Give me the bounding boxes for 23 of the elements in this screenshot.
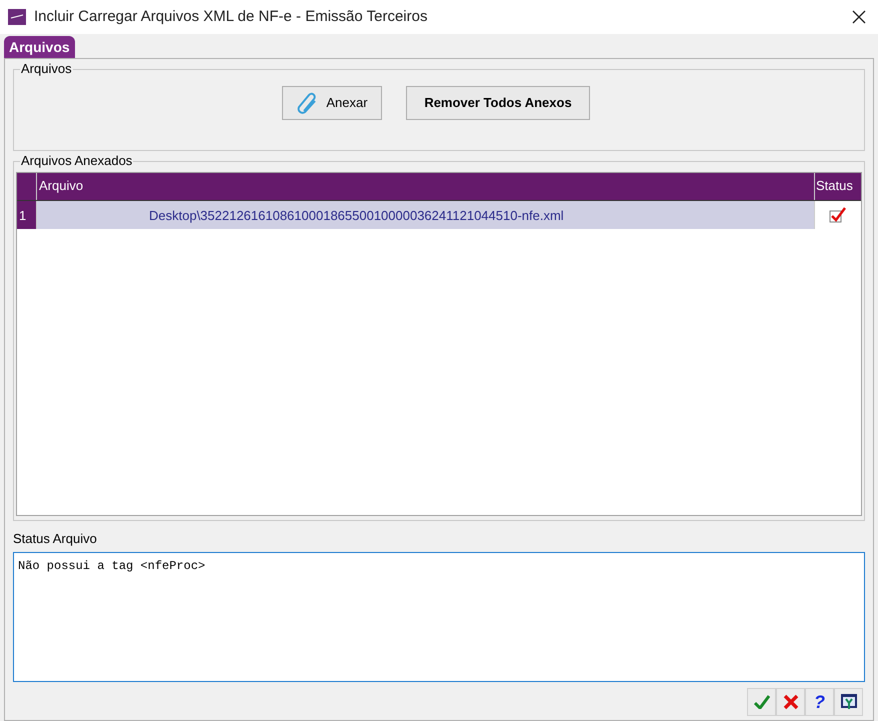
confirm-button[interactable] xyxy=(747,688,776,716)
group-legend: Arquivos xyxy=(20,61,73,77)
tool-button[interactable] xyxy=(834,688,863,716)
column-header: Status xyxy=(815,177,854,195)
remove-all-button[interactable]: Remover Todos Anexos xyxy=(406,86,590,120)
attach-button[interactable]: Anexar xyxy=(282,86,382,120)
help-icon: ? xyxy=(814,693,825,711)
column-header: Arquivo xyxy=(37,173,815,200)
monitor-icon xyxy=(840,693,858,711)
status-text-field[interactable]: Não possui a tag <nfeProc> xyxy=(13,552,865,682)
field-label: Status Arquivo xyxy=(13,530,98,548)
help-button[interactable]: ? xyxy=(805,688,834,716)
close-icon[interactable] xyxy=(852,10,866,24)
checkbox[interactable] xyxy=(829,207,847,223)
table-row[interactable]: 1 Desktop\35221261610861000186550010000036241121044510-nfe.xml xyxy=(17,201,861,229)
app-icon xyxy=(8,9,26,25)
group-legend: Arquivos Anexados xyxy=(20,153,134,169)
cancel-button[interactable] xyxy=(776,688,805,716)
window-title: Incluir Carregar Arquivos XML de NF-e - Emissão Terceiros xyxy=(34,6,428,27)
checkmark-icon xyxy=(754,695,770,709)
row-number: 1 xyxy=(17,201,37,229)
tab[interactable]: Arquivos xyxy=(4,36,75,58)
close-icon xyxy=(782,694,798,710)
